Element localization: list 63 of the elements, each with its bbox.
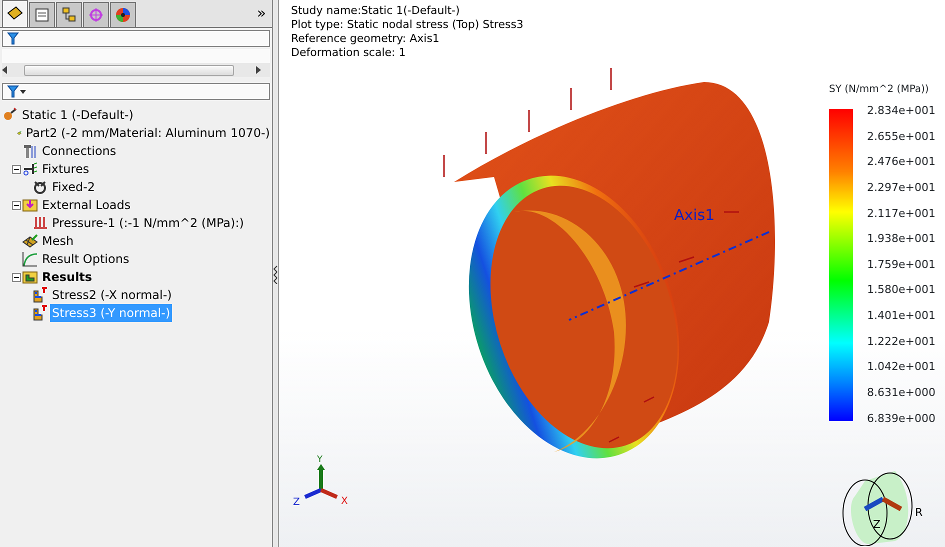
crosshair-icon [87, 6, 105, 24]
axis-label: Axis1 [674, 206, 715, 224]
panel-tab[interactable] [2, 0, 28, 27]
tree-item[interactable]: Fixed-2 [50, 178, 98, 196]
clamp-icon [32, 179, 48, 195]
results-folder-icon [22, 269, 38, 285]
axis-label: X [341, 496, 348, 507]
more-tabs-button[interactable]: » [256, 6, 266, 21]
stress-plot-icon [32, 305, 48, 321]
expander-icon[interactable] [12, 164, 21, 174]
scale-value: 1.401e+001 [867, 308, 936, 324]
scale-value: 2.297e+001 [867, 180, 936, 196]
scale-value: 6.839e+000 [867, 410, 936, 426]
plot-info-text: Deformation scale: 1 [291, 46, 407, 60]
tree-item[interactable]: Connections [40, 142, 118, 160]
axis-label: Z [873, 518, 881, 531]
scale-value: 2.476e+001 [867, 154, 936, 170]
scale-value: 1.759e+001 [867, 256, 936, 273]
stress-plot-icon [32, 287, 48, 303]
pressure-icon [32, 215, 48, 231]
axis-label: Y [317, 455, 322, 465]
expander-icon[interactable] [12, 272, 21, 282]
configuration-tree-icon [60, 6, 78, 24]
collapse-handle-icon[interactable] [273, 264, 278, 284]
coordinate-triad-drawing [304, 464, 338, 499]
tree-item[interactable]: Results [40, 268, 94, 286]
plot-info-text: Reference geometry: Axis1 [291, 32, 440, 46]
panel-tab[interactable] [29, 2, 55, 27]
mesh-icon [22, 233, 38, 249]
tree-item[interactable]: Fixtures [40, 160, 92, 178]
plot-info-text: Plot type: Static nodal stress (Top) Stress3 [291, 18, 524, 32]
scroll-right-icon[interactable] [256, 66, 262, 74]
axis-label: Z [293, 497, 300, 508]
scrollbar-thumb[interactable] [24, 64, 234, 76]
legend-title: SY (N/mm^2 (MPa)) [829, 83, 930, 97]
expander-icon[interactable] [12, 200, 21, 210]
tree-item[interactable]: Static 1 (-Default-) [20, 106, 136, 124]
curve-icon [22, 251, 38, 267]
axis-label: R [915, 506, 923, 519]
scale-value: 8.631e+000 [867, 384, 936, 401]
scale-value: 2.117e+001 [867, 206, 936, 222]
scale-value: 2.655e+001 [867, 128, 936, 145]
property-sheet-icon [33, 6, 51, 24]
panel-tab[interactable] [56, 2, 82, 27]
tree-item[interactable]: External Loads [40, 196, 133, 214]
plot-info-text: Study name:Static 1(-Default-) [291, 4, 461, 18]
tree-item[interactable]: Stress2 (-X normal-) [50, 286, 174, 304]
scale-value: 1.938e+001 [867, 231, 936, 248]
scale-value: 2.834e+001 [867, 103, 936, 119]
filter-icon[interactable] [7, 85, 27, 98]
tree-item[interactable]: Part2 (-2 mm/Material: Aluminum 1070-) [24, 124, 272, 142]
scroll-left-icon[interactable] [2, 66, 8, 74]
loads-folder-icon [22, 197, 38, 213]
tree-item[interactable]: Pressure-1 (:-1 N/mm^2 (MPa):) [50, 214, 246, 232]
bolt-icon [22, 143, 38, 159]
filter-icon[interactable] [7, 32, 19, 45]
fixture-icon [22, 161, 38, 177]
scale-value: 1.042e+001 [867, 359, 936, 376]
tree-item[interactable]: Mesh [40, 232, 76, 250]
scale-value: 1.222e+001 [867, 334, 936, 350]
tree-item[interactable]: Result Options [40, 250, 132, 268]
color-wheel-icon [114, 6, 132, 24]
scale-value: 1.580e+001 [867, 282, 936, 298]
